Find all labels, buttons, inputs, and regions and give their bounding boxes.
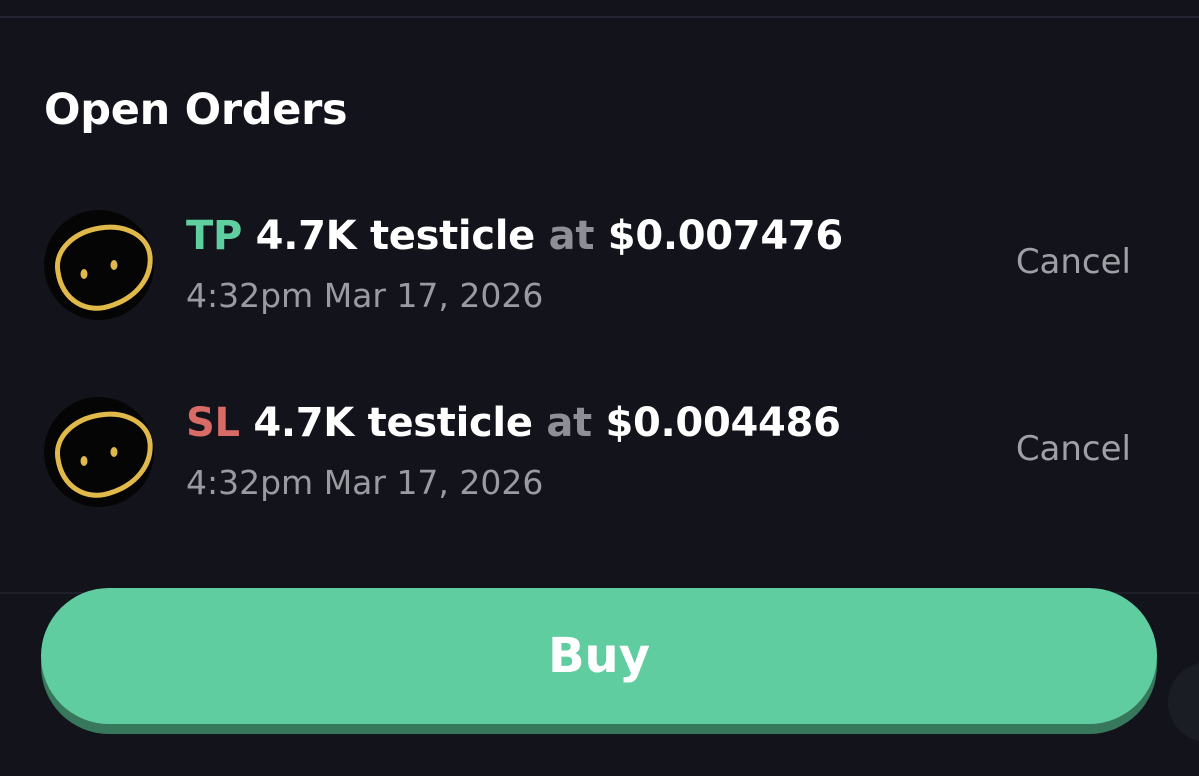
token-face-icon — [44, 210, 154, 320]
order-row: TP 4.7K testicle at $0.007476 4:32pm Mar… — [0, 210, 1199, 350]
side-action-button[interactable] — [1168, 662, 1199, 742]
buy-button[interactable]: Buy — [41, 588, 1157, 724]
order-price: $0.007476 — [607, 213, 843, 259]
order-row: SL 4.7K testicle at $0.004486 4:32pm Mar… — [0, 397, 1199, 537]
open-orders-title: Open Orders — [44, 85, 348, 135]
order-type-badge: SL — [186, 400, 240, 446]
order-summary: SL 4.7K testicle at $0.004486 — [186, 397, 841, 449]
order-summary: TP 4.7K testicle at $0.007476 — [186, 210, 843, 262]
order-at-label: at — [548, 213, 595, 259]
order-timestamp: 4:32pm Mar 17, 2026 — [186, 463, 544, 502]
order-amount: 4.7K testicle — [253, 400, 533, 446]
order-type-badge: TP — [186, 213, 243, 259]
top-divider — [0, 16, 1199, 18]
order-at-label: at — [546, 400, 592, 446]
order-amount: 4.7K testicle — [255, 213, 536, 259]
cancel-order-button[interactable]: Cancel — [1016, 425, 1131, 473]
cancel-order-button[interactable]: Cancel — [1016, 238, 1131, 286]
order-timestamp: 4:32pm Mar 17, 2026 — [186, 276, 544, 315]
token-face-icon — [44, 397, 154, 507]
order-price: $0.004486 — [605, 400, 841, 446]
